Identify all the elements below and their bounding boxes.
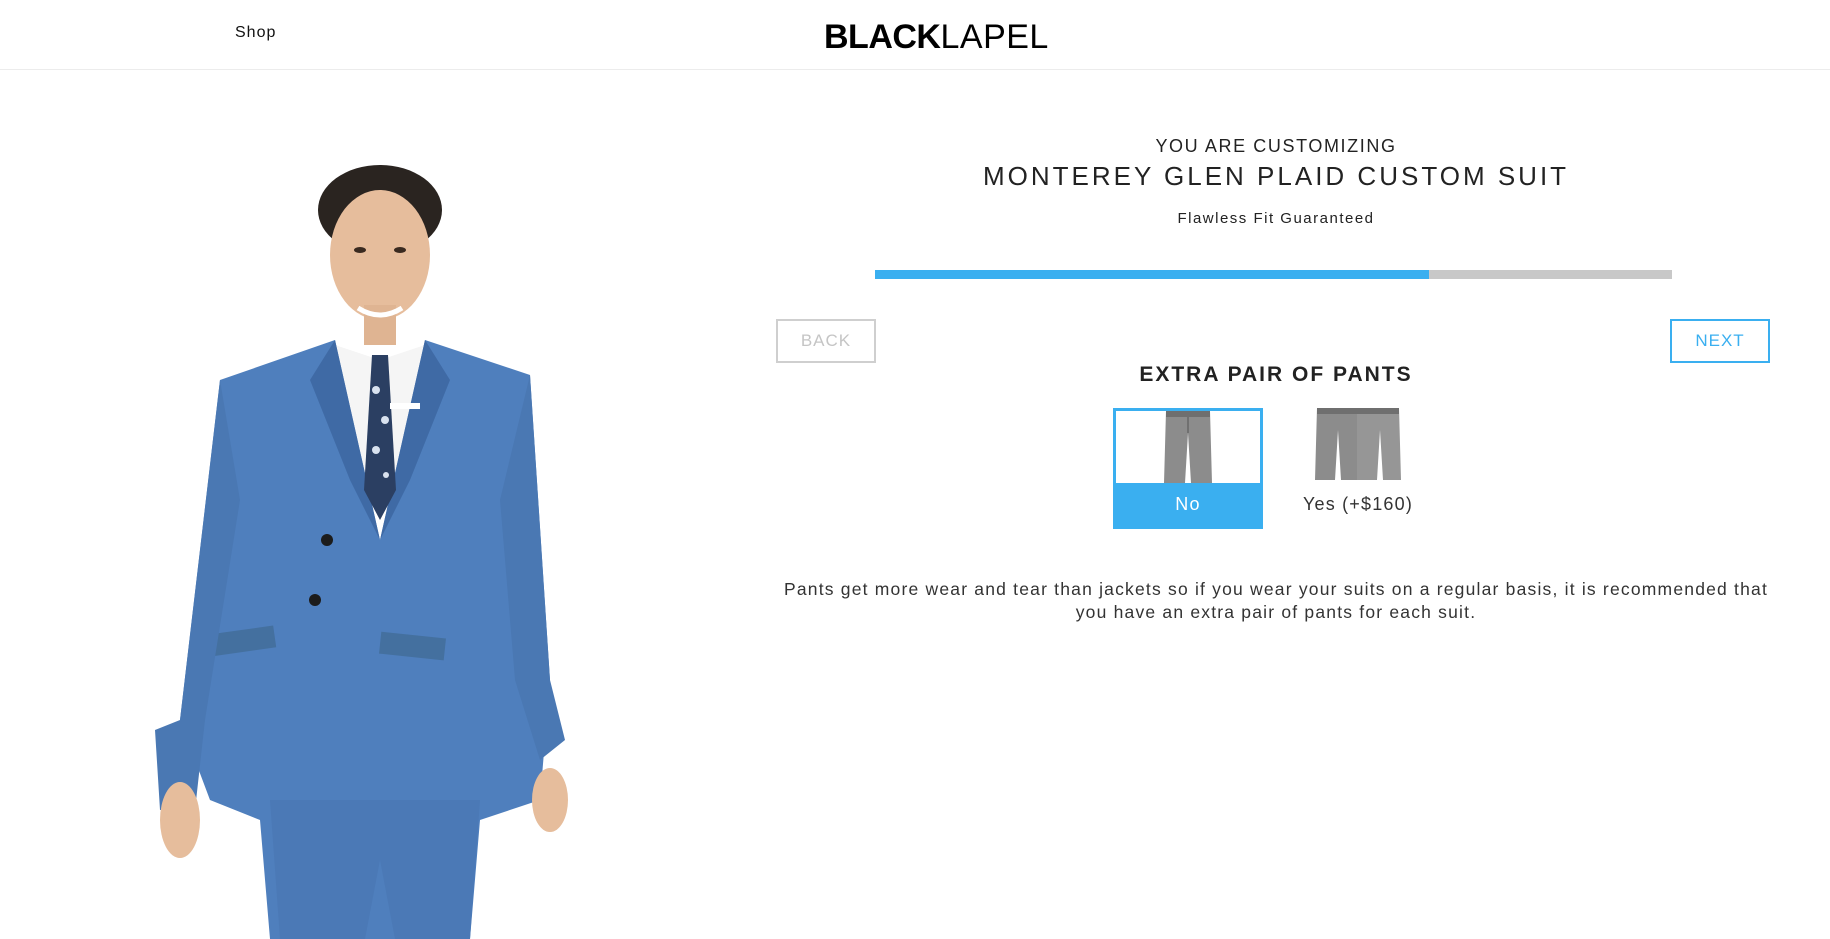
single-pants-icon xyxy=(1116,411,1260,483)
option-no-label: No xyxy=(1116,483,1260,526)
progress-fill xyxy=(875,270,1429,279)
option-yes-label: Yes (+$160) xyxy=(1302,494,1414,514)
model-photo xyxy=(150,160,570,939)
step-description: Pants get more wear and tear than jacket… xyxy=(783,579,1769,622)
model-illustration xyxy=(155,165,568,939)
fit-guarantee: Flawless Fit Guaranteed xyxy=(1177,210,1375,227)
logo-light-text: LAPEL xyxy=(940,18,1049,56)
option-no[interactable]: No xyxy=(1113,408,1263,529)
progress-bar xyxy=(875,270,1672,279)
product-title: MONTEREY GLEN PLAID CUSTOM SUIT xyxy=(982,161,1570,191)
site-header: Shop BLACKLAPEL xyxy=(0,0,1830,70)
brand-logo[interactable]: BLACKLAPEL xyxy=(824,17,1049,57)
step-title: EXTRA PAIR OF PANTS xyxy=(1139,363,1413,386)
customizing-label: YOU ARE CUSTOMIZING xyxy=(1155,136,1397,156)
double-pants-icon xyxy=(1283,408,1433,480)
logo-bold-text: BLACK xyxy=(824,18,941,56)
next-button[interactable]: NEXT xyxy=(1670,319,1770,363)
back-button[interactable]: BACK xyxy=(776,319,876,363)
option-yes[interactable]: Yes (+$160) xyxy=(1283,408,1433,529)
shop-link[interactable]: Shop xyxy=(235,24,276,42)
